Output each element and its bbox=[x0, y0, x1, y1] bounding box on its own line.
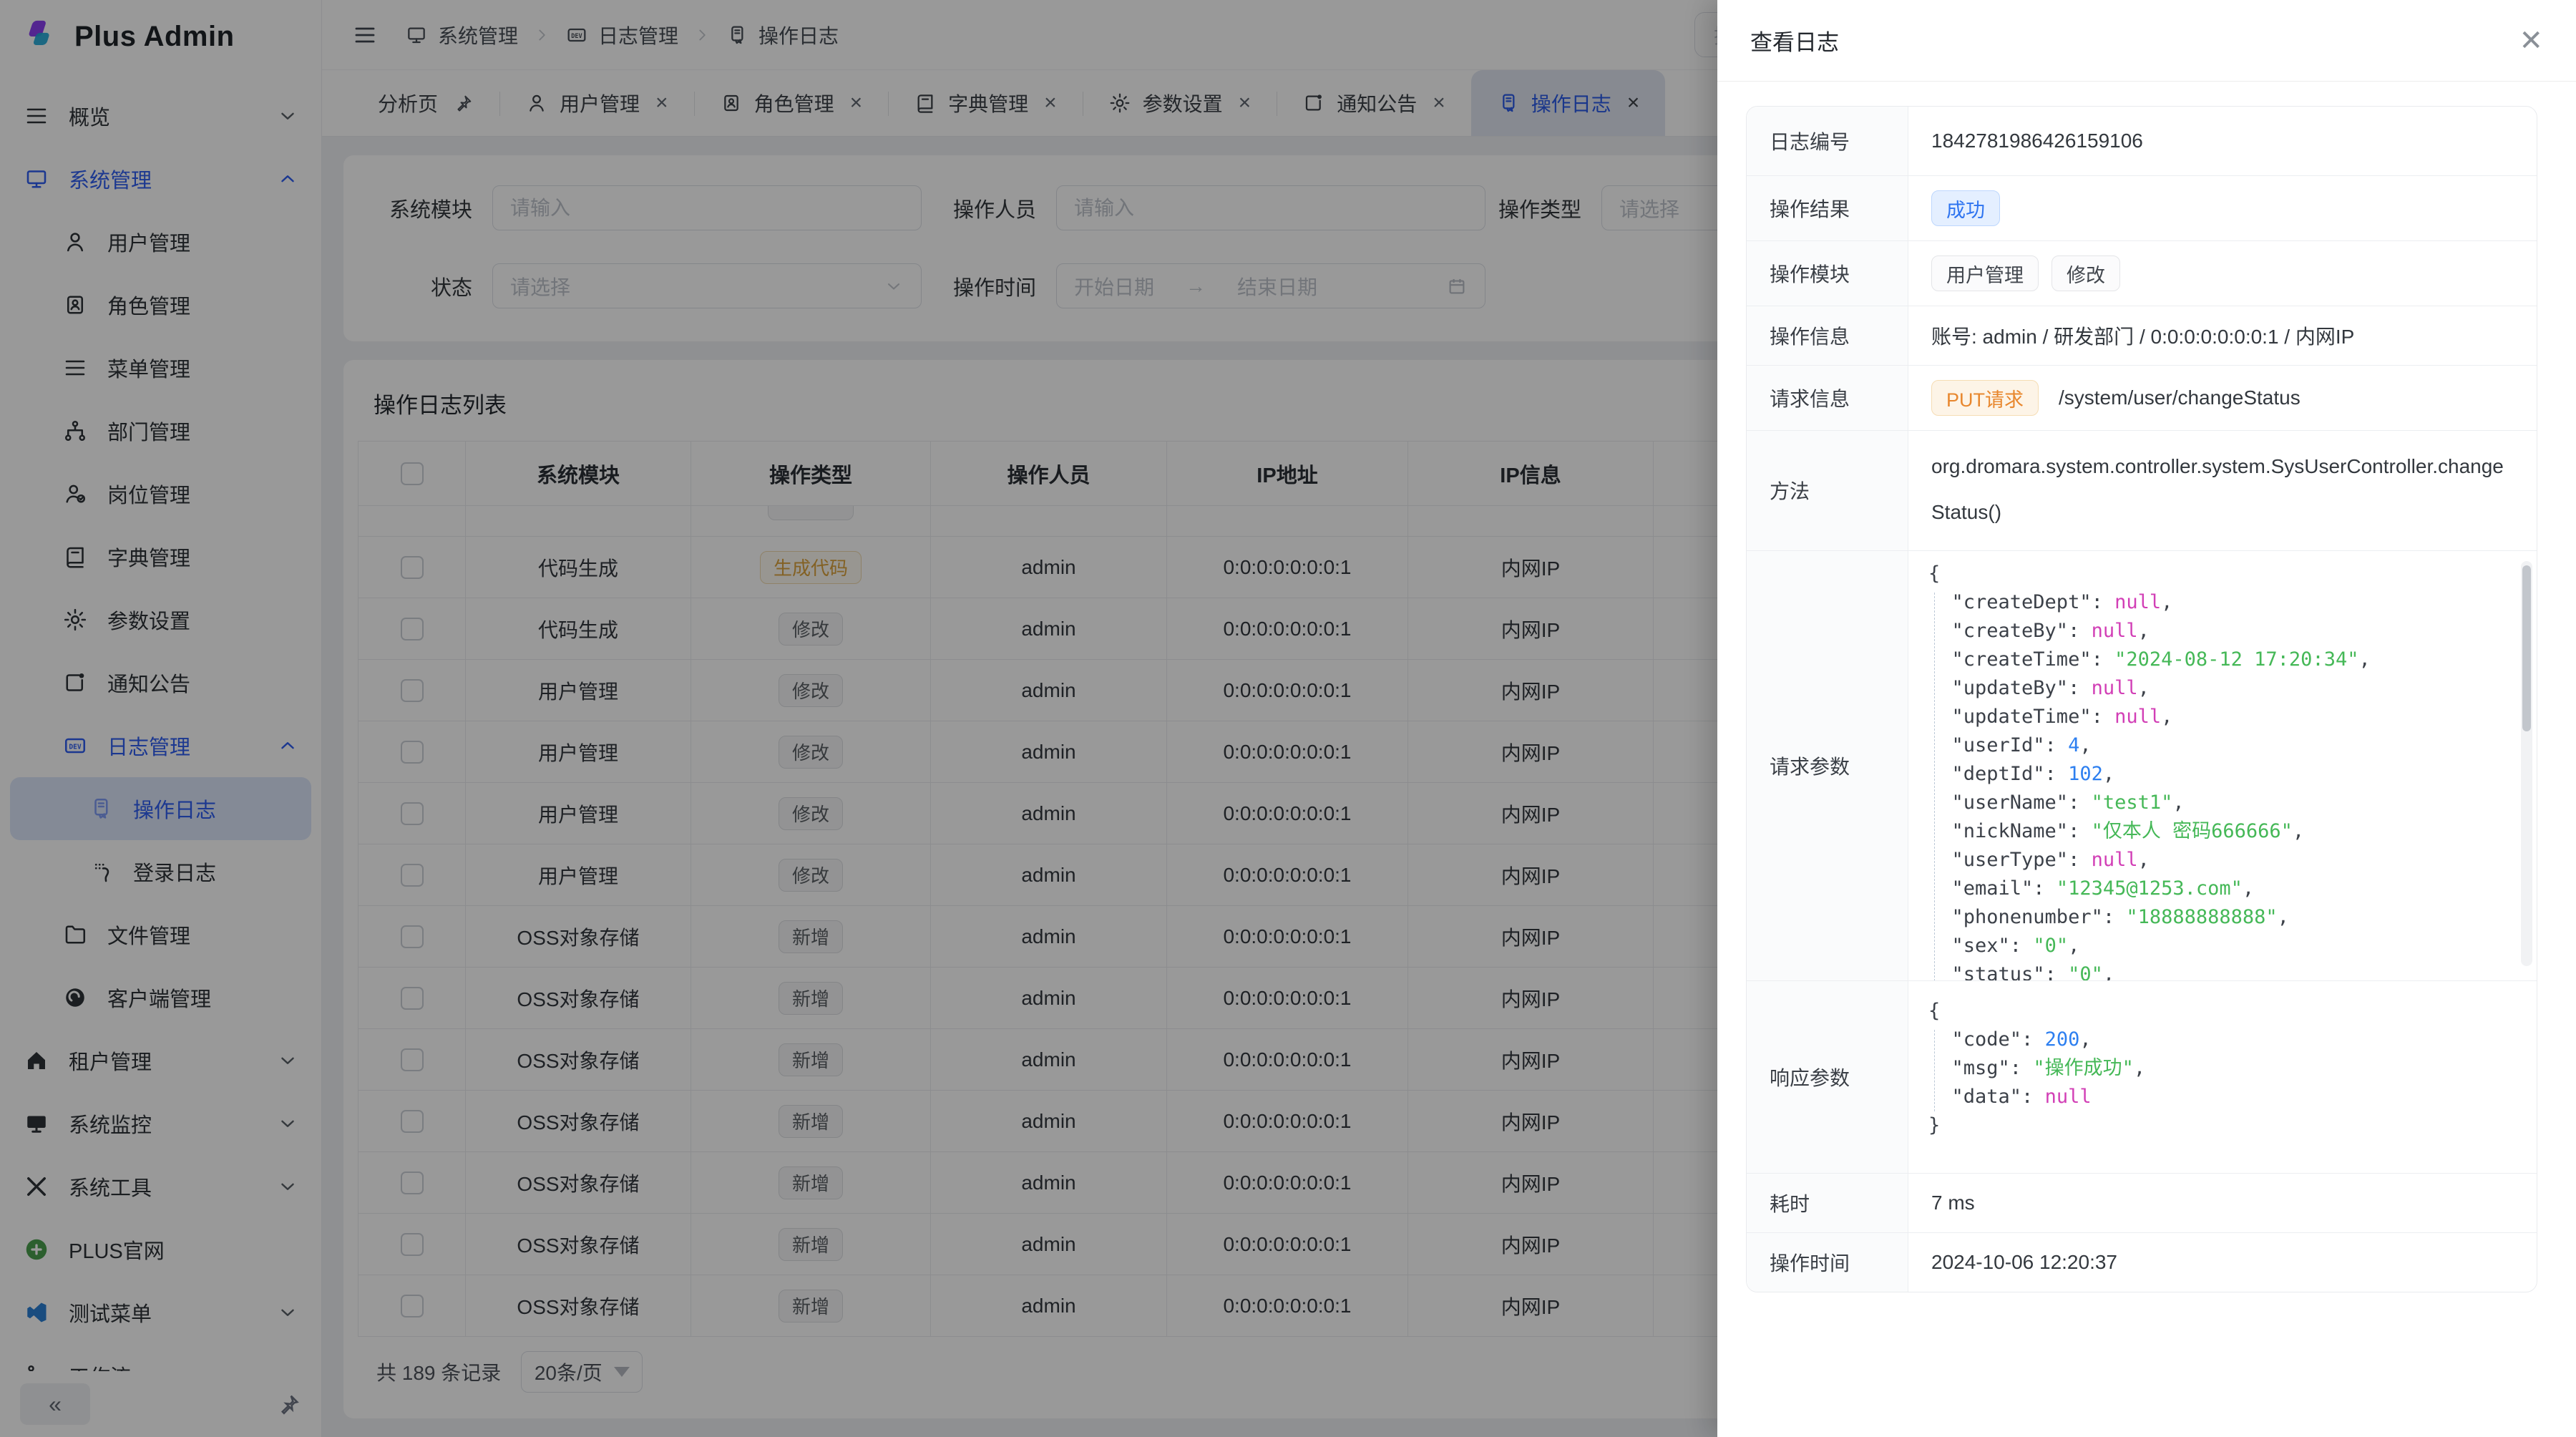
detail-row-result: 操作结果 成功 bbox=[1747, 175, 2537, 240]
drawer-title: 查看日志 bbox=[1750, 24, 1839, 57]
indent-guide bbox=[1934, 1030, 1935, 1111]
detail-row-info: 操作信息 账号: admin / 研发部门 / 0:0:0:0:0:0:0:1 … bbox=[1747, 306, 2537, 365]
request-method-tag: PUT请求 bbox=[1931, 380, 2039, 416]
module-tag: 用户管理 bbox=[1931, 255, 2039, 291]
detail-label: 日志编号 bbox=[1747, 107, 1908, 175]
indent-guide bbox=[1934, 593, 1935, 980]
request-url: /system/user/changeStatus bbox=[2059, 386, 2301, 409]
detail-row-response-params: 响应参数 { "code": 200, "msg": "操作成功", "data… bbox=[1747, 980, 2537, 1173]
result-tag: 成功 bbox=[1931, 190, 2000, 226]
method-value: org.dromara.system.controller.system.Sys… bbox=[1908, 431, 2537, 550]
detail-label: 请求参数 bbox=[1747, 551, 1908, 980]
close-icon[interactable]: ✕ bbox=[2519, 26, 2543, 55]
detail-label: 操作时间 bbox=[1747, 1233, 1908, 1292]
cost-value: 7 ms bbox=[1908, 1174, 2537, 1232]
operation-info-value: 账号: admin / 研发部门 / 0:0:0:0:0:0:0:1 / 内网I… bbox=[1908, 306, 2537, 365]
detail-label: 耗时 bbox=[1747, 1174, 1908, 1232]
request-params-code: { "createDept": null, "createBy": null, … bbox=[1908, 551, 2537, 980]
detail-label: 操作信息 bbox=[1747, 306, 1908, 365]
detail-label: 操作结果 bbox=[1747, 176, 1908, 240]
detail-row-request: 请求信息 PUT请求 /system/user/changeStatus bbox=[1747, 365, 2537, 430]
detail-row-request-params: 请求参数 { "createDept": null, "createBy": n… bbox=[1747, 550, 2537, 980]
response-params-code: { "code": 200, "msg": "操作成功", "data": nu… bbox=[1908, 981, 2537, 1173]
detail-row-id: 日志编号 1842781986426159106 bbox=[1747, 107, 2537, 175]
detail-label: 方法 bbox=[1747, 431, 1908, 550]
drawer-body: 日志编号 1842781986426159106 操作结果 成功 操作模块 用户… bbox=[1717, 82, 2576, 1292]
view-log-drawer: 查看日志 ✕ 日志编号 1842781986426159106 操作结果 成功 … bbox=[1717, 0, 2576, 1437]
detail-label: 操作模块 bbox=[1747, 241, 1908, 306]
detail-label: 请求信息 bbox=[1747, 366, 1908, 430]
detail-label: 响应参数 bbox=[1747, 981, 1908, 1173]
detail-row-cost: 耗时 7 ms bbox=[1747, 1173, 2537, 1232]
action-tag: 修改 bbox=[2051, 255, 2120, 291]
operation-time-value: 2024-10-06 12:20:37 bbox=[1908, 1233, 2537, 1292]
log-id-value: 1842781986426159106 bbox=[1908, 107, 2537, 175]
detail-row-method: 方法 org.dromara.system.controller.system.… bbox=[1747, 430, 2537, 550]
detail-row-op-time: 操作时间 2024-10-06 12:20:37 bbox=[1747, 1232, 2537, 1292]
scrollbar-thumb[interactable] bbox=[2522, 565, 2531, 731]
log-detail-table: 日志编号 1842781986426159106 操作结果 成功 操作模块 用户… bbox=[1746, 106, 2537, 1292]
detail-row-module: 操作模块 用户管理 修改 bbox=[1747, 240, 2537, 306]
drawer-header: 查看日志 ✕ bbox=[1717, 0, 2576, 82]
code-scrollbar bbox=[2521, 561, 2532, 966]
